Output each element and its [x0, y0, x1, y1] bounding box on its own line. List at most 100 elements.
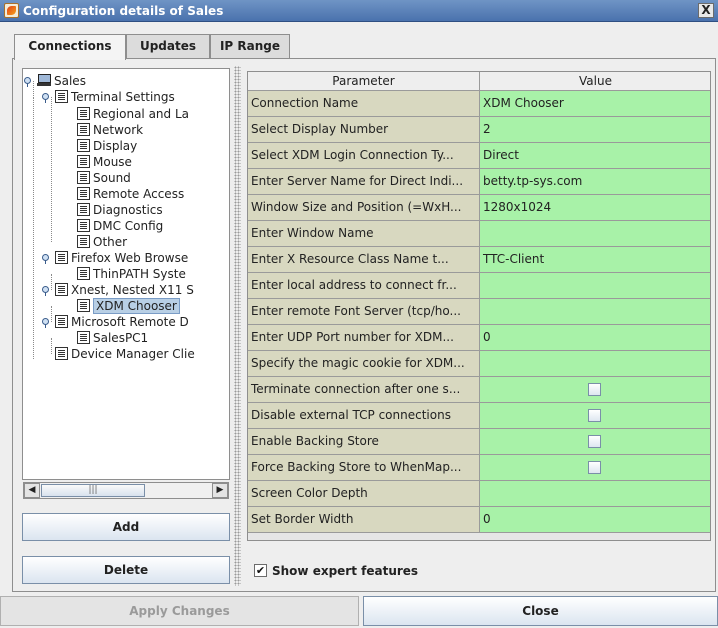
expand-toggle-icon[interactable]: [41, 254, 50, 264]
value-cell[interactable]: [480, 221, 710, 247]
scroll-left-icon[interactable]: ◀: [24, 483, 40, 498]
value-cell[interactable]: [480, 481, 710, 507]
close-window-button[interactable]: X: [698, 3, 714, 18]
value-cell[interactable]: 1280x1024: [480, 195, 710, 221]
value-cell[interactable]: [480, 273, 710, 299]
parameter-cell[interactable]: Enter Window Name: [248, 221, 480, 247]
table-row: Enter local address to connect fr...: [248, 273, 710, 299]
window-title: Configuration details of Sales: [23, 4, 224, 18]
split-pane-divider[interactable]: [234, 66, 241, 586]
tree-item[interactable]: ThinPATH Syste: [77, 266, 186, 282]
tab-updates[interactable]: Updates: [126, 34, 210, 59]
apply-changes-button[interactable]: Apply Changes: [0, 596, 359, 626]
tree-guide-line: [33, 81, 34, 96]
value-cell[interactable]: [480, 377, 710, 403]
tree-item[interactable]: Sales: [24, 73, 86, 89]
tree-item[interactable]: Regional and La: [77, 106, 189, 122]
column-header-value[interactable]: Value: [480, 72, 710, 91]
tree-item-label: Display: [93, 139, 138, 153]
parameter-cell[interactable]: Window Size and Position (=WxH...: [248, 195, 480, 221]
add-button[interactable]: Add: [22, 513, 230, 541]
tree-item-label: Regional and La: [93, 107, 190, 121]
parameter-cell[interactable]: Enter remote Font Server (tcp/ho...: [248, 299, 480, 325]
close-button[interactable]: Close: [363, 596, 718, 626]
tree-item[interactable]: XDM Chooser: [77, 298, 180, 314]
value-cell[interactable]: 0: [480, 507, 710, 533]
tree-item[interactable]: Sound: [77, 170, 131, 186]
tree-item-label: XDM Chooser: [93, 298, 180, 314]
value-checkbox[interactable]: [588, 435, 601, 448]
table-header: Parameter Value: [248, 72, 710, 91]
tree-item-label: Device Manager Clie: [71, 347, 195, 361]
value-cell[interactable]: [480, 429, 710, 455]
tree-item[interactable]: Firefox Web Browse: [42, 250, 188, 266]
tree-item[interactable]: Other: [77, 234, 127, 250]
value-cell[interactable]: [480, 403, 710, 429]
parameter-cell[interactable]: Screen Color Depth: [248, 481, 480, 507]
tree-item[interactable]: Microsoft Remote D: [42, 314, 189, 330]
value-cell[interactable]: 0: [480, 325, 710, 351]
parameter-cell[interactable]: Terminate connection after one s...: [248, 377, 480, 403]
parameter-cell[interactable]: Force Backing Store to WhenMap...: [248, 455, 480, 481]
tree-item[interactable]: Xnest, Nested X11 S: [42, 282, 194, 298]
parameter-cell[interactable]: Enter UDP Port number for XDM...: [248, 325, 480, 351]
table-row: Screen Color Depth: [248, 481, 710, 507]
parameter-cell[interactable]: Enter Server Name for Direct Indi...: [248, 169, 480, 195]
java-app-icon: [4, 3, 19, 18]
parameter-cell[interactable]: Enable Backing Store: [248, 429, 480, 455]
tree-item[interactable]: Remote Access: [77, 186, 184, 202]
parameter-cell[interactable]: Disable external TCP connections: [248, 403, 480, 429]
parameter-cell[interactable]: Enter X Resource Class Name t...: [248, 247, 480, 273]
value-cell[interactable]: [480, 299, 710, 325]
parameter-cell[interactable]: Enter local address to connect fr...: [248, 273, 480, 299]
tree-item[interactable]: Network: [77, 122, 143, 138]
expand-toggle-icon[interactable]: [41, 286, 50, 296]
tree-item-label: Mouse: [93, 155, 132, 169]
document-icon: [77, 107, 90, 120]
value-checkbox[interactable]: [588, 383, 601, 396]
document-icon: [77, 235, 90, 248]
connection-tree[interactable]: Sales Terminal Settings Regional and La Net…: [22, 68, 230, 480]
expand-toggle-icon[interactable]: [41, 318, 50, 328]
expert-checkbox[interactable]: ✔: [254, 564, 267, 577]
scroll-thumb[interactable]: |||: [41, 484, 145, 497]
tree-item-label: Terminal Settings: [71, 90, 175, 104]
expand-toggle-icon[interactable]: [41, 93, 50, 103]
parameter-cell[interactable]: Select Display Number: [248, 117, 480, 143]
tree-item-label: ThinPATH Syste: [93, 267, 186, 281]
tree-item-label: SalesPC1: [93, 331, 149, 345]
tab-connections[interactable]: Connections: [14, 34, 126, 60]
table-row: Terminate connection after one s...: [248, 377, 710, 403]
value-checkbox[interactable]: [588, 461, 601, 474]
document-icon: [77, 139, 90, 152]
scroll-right-icon[interactable]: ▶: [212, 483, 228, 498]
parameter-cell[interactable]: Connection Name: [248, 91, 480, 117]
value-cell[interactable]: [480, 455, 710, 481]
value-cell[interactable]: Direct: [480, 143, 710, 169]
value-cell[interactable]: [480, 351, 710, 377]
value-cell[interactable]: XDM Chooser: [480, 91, 710, 117]
tab-ip-range[interactable]: IP Range: [210, 34, 290, 59]
column-header-parameter[interactable]: Parameter: [248, 72, 480, 91]
parameter-cell[interactable]: Set Border Width: [248, 507, 480, 533]
tree-horizontal-scrollbar[interactable]: ◀ ||| ▶: [23, 482, 229, 499]
value-cell[interactable]: 2: [480, 117, 710, 143]
delete-button[interactable]: Delete: [22, 556, 230, 584]
tree-item[interactable]: Terminal Settings: [42, 89, 175, 105]
document-icon: [55, 283, 68, 296]
tree-item[interactable]: Diagnostics: [77, 202, 163, 218]
value-cell[interactable]: betty.tp-sys.com: [480, 169, 710, 195]
expand-toggle-icon[interactable]: [23, 77, 32, 87]
tree-item[interactable]: SalesPC1: [77, 330, 148, 346]
value-cell[interactable]: TTC-Client: [480, 247, 710, 273]
parameter-cell[interactable]: Specify the magic cookie for XDM...: [248, 351, 480, 377]
parameter-cell[interactable]: Select XDM Login Connection Ty...: [248, 143, 480, 169]
table-row: Select XDM Login Connection Ty... Direct: [248, 143, 710, 169]
tree-item[interactable]: Mouse: [77, 154, 132, 170]
document-icon: [77, 203, 90, 216]
tree-item[interactable]: Device Manager Clie: [55, 346, 195, 362]
tree-item[interactable]: Display: [77, 138, 137, 154]
value-checkbox[interactable]: [588, 409, 601, 422]
tree-item-label: Sound: [93, 171, 131, 185]
tree-item[interactable]: DMC Config: [77, 218, 163, 234]
